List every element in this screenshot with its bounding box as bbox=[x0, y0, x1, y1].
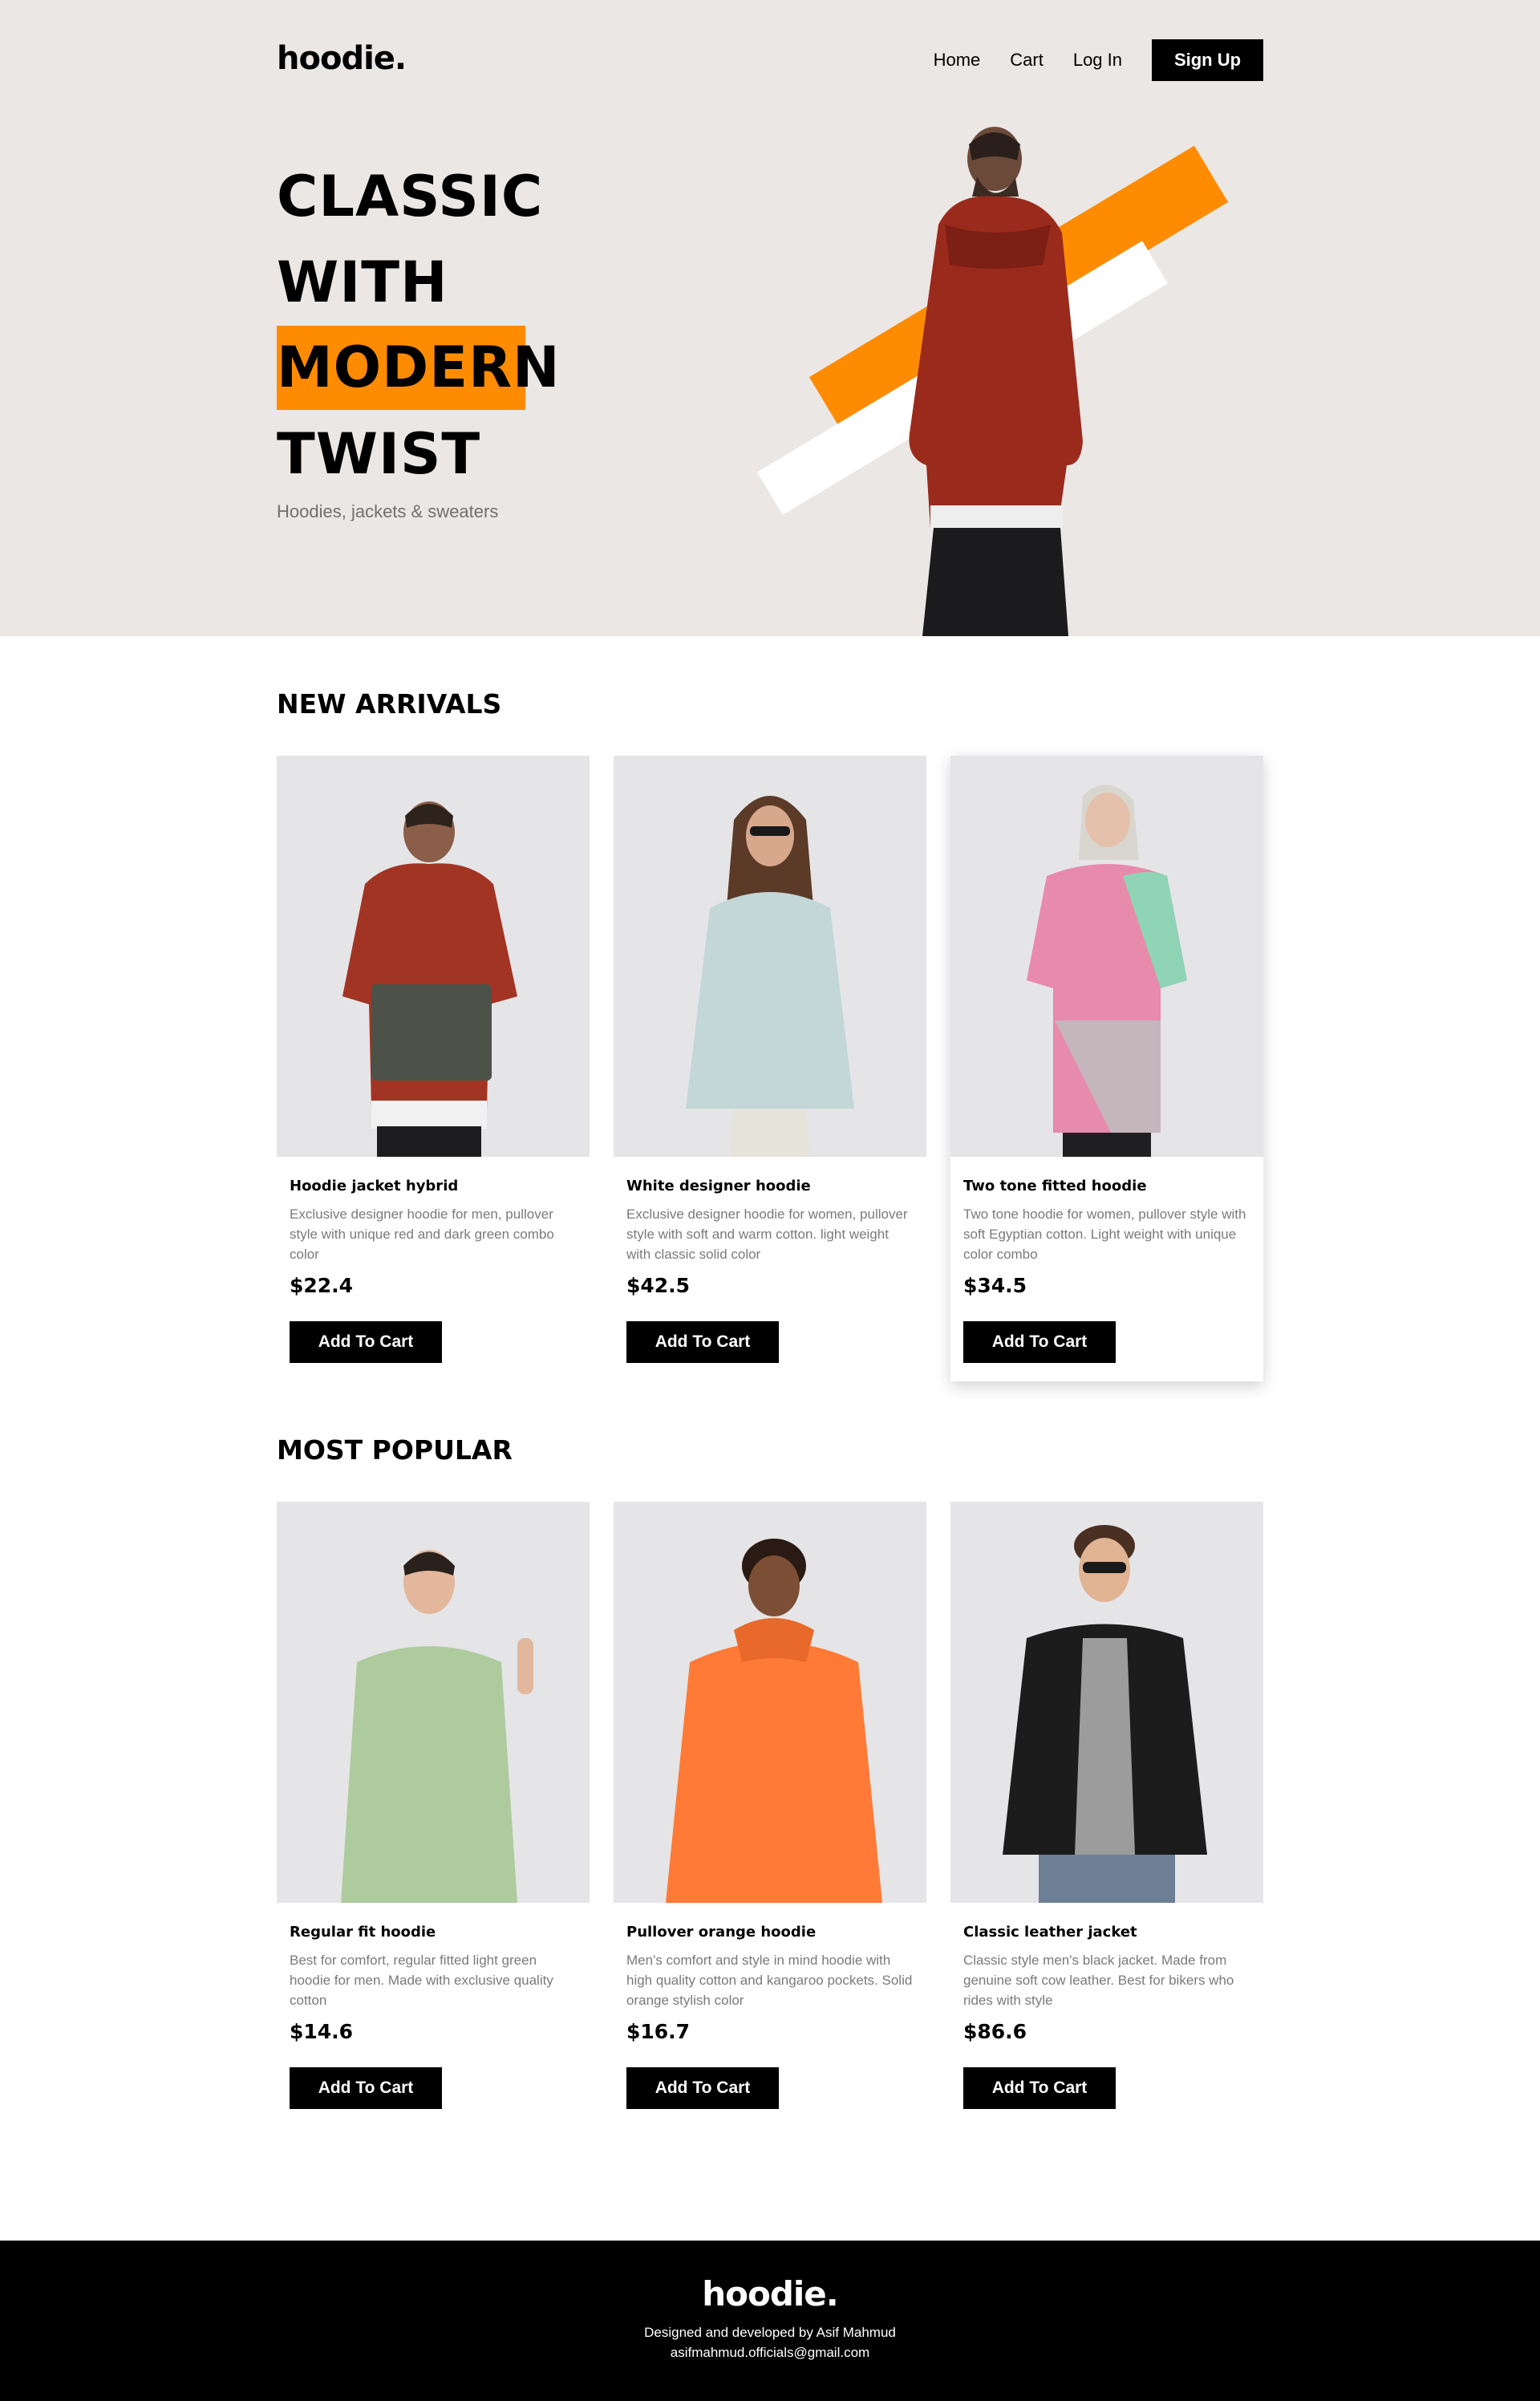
product-name[interactable]: Pullover orange hoodie bbox=[626, 1924, 914, 1941]
add-to-cart-button[interactable]: Add To Cart bbox=[290, 2067, 442, 2109]
product-description: Exclusive designer hoodie for men, pullo… bbox=[290, 1207, 554, 1262]
nav-home-link[interactable]: Home bbox=[934, 50, 981, 71]
add-to-cart-button[interactable]: Add To Cart bbox=[626, 2067, 779, 2109]
hero-model-red-hoodie bbox=[909, 127, 1083, 636]
product-image[interactable] bbox=[614, 756, 926, 1157]
product-name[interactable]: Hoodie jacket hybrid bbox=[290, 1178, 577, 1194]
product-price: $86.6 bbox=[963, 2020, 1027, 2043]
add-to-cart-button[interactable]: Add To Cart bbox=[963, 2067, 1116, 2109]
hero-headline: CLASSIC WITH MODERN TWIST bbox=[277, 154, 560, 497]
product-price: $34.5 bbox=[963, 1274, 1027, 1297]
product-image[interactable] bbox=[950, 1502, 1263, 1903]
product-price: $16.7 bbox=[626, 2020, 691, 2043]
hero-section: hoodie. Home Cart Log In Sign Up CLASSIC… bbox=[0, 0, 1540, 636]
most-popular-title: MOST POPULAR bbox=[277, 1434, 513, 1466]
nav-cart-link[interactable]: Cart bbox=[1010, 50, 1044, 71]
headline-line-4: TWIST bbox=[277, 421, 481, 487]
product-price: $22.4 bbox=[290, 1274, 354, 1297]
product-card[interactable]: Two tone fitted hoodie Two tone hoodie f… bbox=[950, 756, 1263, 1381]
product-description: Exclusive designer hoodie for women, pul… bbox=[626, 1207, 908, 1262]
product-name[interactable]: Classic leather jacket bbox=[963, 1924, 1250, 1941]
product-name[interactable]: White designer hoodie bbox=[626, 1178, 914, 1194]
product-description: Two tone hoodie for women, pullover styl… bbox=[963, 1207, 1246, 1262]
headline-highlight: MODERN bbox=[277, 326, 560, 410]
product-description: Best for comfort, regular fitted light g… bbox=[290, 1953, 553, 2008]
headline-line-1: CLASSIC bbox=[277, 164, 544, 229]
product-card[interactable]: Classic leather jacket Classic style men… bbox=[950, 1502, 1263, 2127]
footer-email[interactable]: asifmahmud.officials@gmail.com bbox=[0, 2345, 1540, 2361]
hero-image bbox=[738, 112, 1259, 636]
product-price: $42.5 bbox=[626, 1274, 691, 1297]
main-nav: Home Cart Log In Sign Up bbox=[904, 39, 1263, 81]
product-image[interactable] bbox=[277, 756, 590, 1157]
most-popular-grid: Regular fit hoodie Best for comfort, reg… bbox=[277, 1502, 1263, 2127]
product-price: $14.6 bbox=[290, 2020, 354, 2043]
product-description: Men's comfort and style in mind hoodie w… bbox=[626, 1953, 913, 2008]
add-to-cart-button[interactable]: Add To Cart bbox=[290, 1321, 442, 1363]
product-name[interactable]: Regular fit hoodie bbox=[290, 1924, 577, 1941]
site-footer: hoodie. Designed and developed by Asif M… bbox=[0, 2241, 1540, 2401]
add-to-cart-button[interactable]: Add To Cart bbox=[963, 1321, 1116, 1363]
site-logo[interactable]: hoodie. bbox=[277, 40, 407, 77]
footer-credit: Designed and developed by Asif Mahmud bbox=[644, 2325, 896, 2340]
footer-logo[interactable]: hoodie. bbox=[0, 2274, 1540, 2314]
signup-button[interactable]: Sign Up bbox=[1152, 39, 1263, 81]
product-image[interactable] bbox=[950, 756, 1263, 1157]
product-card[interactable]: Pullover orange hoodie Men's comfort and… bbox=[614, 1502, 926, 2127]
new-arrivals-title: NEW ARRIVALS bbox=[277, 688, 502, 720]
product-description: Classic style men's black jacket. Made f… bbox=[963, 1953, 1234, 2008]
product-image[interactable] bbox=[277, 1502, 590, 1903]
nav-login-link[interactable]: Log In bbox=[1073, 50, 1122, 71]
hero-subtitle: Hoodies, jackets & sweaters bbox=[277, 501, 499, 521]
product-card[interactable]: Regular fit hoodie Best for comfort, reg… bbox=[277, 1502, 590, 2127]
product-name[interactable]: Two tone fitted hoodie bbox=[963, 1178, 1250, 1194]
product-image[interactable] bbox=[614, 1502, 926, 1903]
headline-line-2: WITH bbox=[277, 249, 448, 315]
new-arrivals-grid: Hoodie jacket hybrid Exclusive designer … bbox=[277, 756, 1263, 1381]
add-to-cart-button[interactable]: Add To Cart bbox=[626, 1321, 779, 1363]
product-card[interactable]: Hoodie jacket hybrid Exclusive designer … bbox=[277, 756, 590, 1381]
product-card[interactable]: White designer hoodie Exclusive designer… bbox=[614, 756, 926, 1381]
